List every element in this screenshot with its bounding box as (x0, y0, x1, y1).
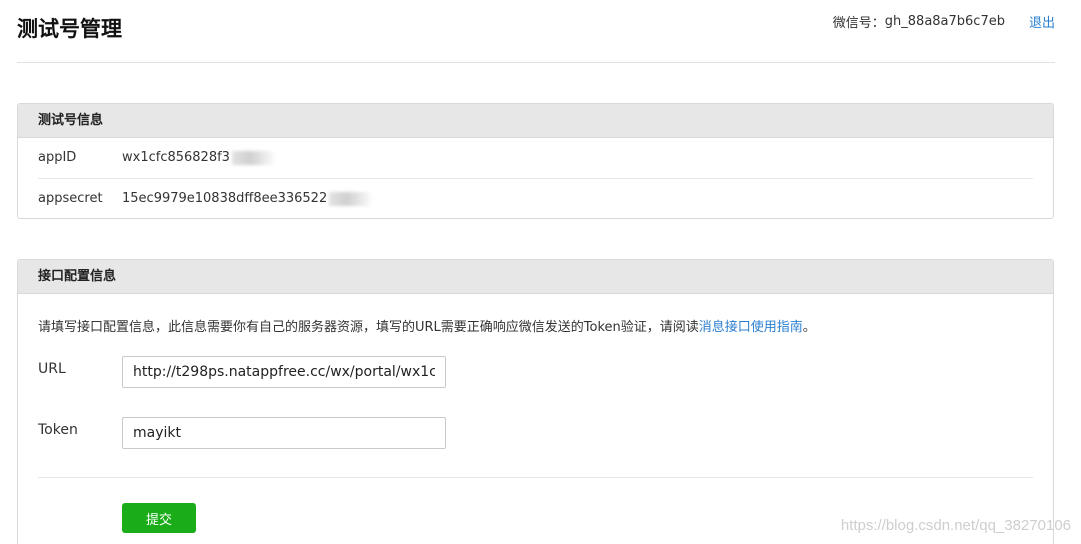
token-label: Token (38, 422, 78, 438)
appsecret-row: appsecret 15ec9979e10838dff8ee336522 (38, 178, 1033, 219)
submit-button[interactable]: 提交 (122, 503, 196, 533)
url-label: URL (38, 361, 66, 377)
appid-value-wrap: wx1cfc856828f3 (122, 138, 276, 178)
redaction-blur (329, 191, 374, 206)
wechat-id-value: gh_88a8a7b6c7eb (884, 14, 1005, 29)
appid-label: appID (38, 150, 77, 165)
panel-title: 接口配置信息 (18, 260, 1053, 294)
token-input[interactable] (122, 417, 446, 449)
redaction-blur (231, 150, 276, 165)
appid-row: appID wx1cfc856828f3 (38, 138, 1033, 178)
appsecret-value: 15ec9979e10838dff8ee336522 (122, 191, 328, 206)
page: 测试号管理 微信号： gh_88a8a7b6c7eb 退出 测试号信息 appI… (0, 0, 1081, 544)
header-divider (17, 62, 1055, 63)
appsecret-label: appsecret (38, 191, 103, 206)
message-api-guide-link[interactable]: 消息接口使用指南 (699, 320, 803, 335)
appid-value: wx1cfc856828f3 (122, 150, 230, 165)
interface-config-panel: 接口配置信息 请填写接口配置信息，此信息需要你有自己的服务器资源，填写的URL需… (17, 259, 1054, 544)
logout-link[interactable]: 退出 (1029, 12, 1055, 31)
account-bar: 微信号： gh_88a8a7b6c7eb 退出 (833, 12, 1055, 31)
form-divider (38, 477, 1033, 478)
wechat-id-label: 微信号： (832, 16, 885, 31)
page-title: 测试号管理 (17, 17, 122, 41)
config-description-text: 请填写接口配置信息，此信息需要你有自己的服务器资源，填写的URL需要正确响应微信… (38, 320, 699, 335)
config-description: 请填写接口配置信息，此信息需要你有自己的服务器资源，填写的URL需要正确响应微信… (38, 316, 816, 335)
appsecret-value-wrap: 15ec9979e10838dff8ee336522 (122, 179, 374, 219)
config-description-end: 。 (802, 320, 816, 335)
url-input[interactable] (122, 356, 446, 388)
test-account-info-panel: 测试号信息 appID wx1cfc856828f3 appsecret 15e… (17, 103, 1054, 219)
panel-title: 测试号信息 (18, 104, 1053, 138)
